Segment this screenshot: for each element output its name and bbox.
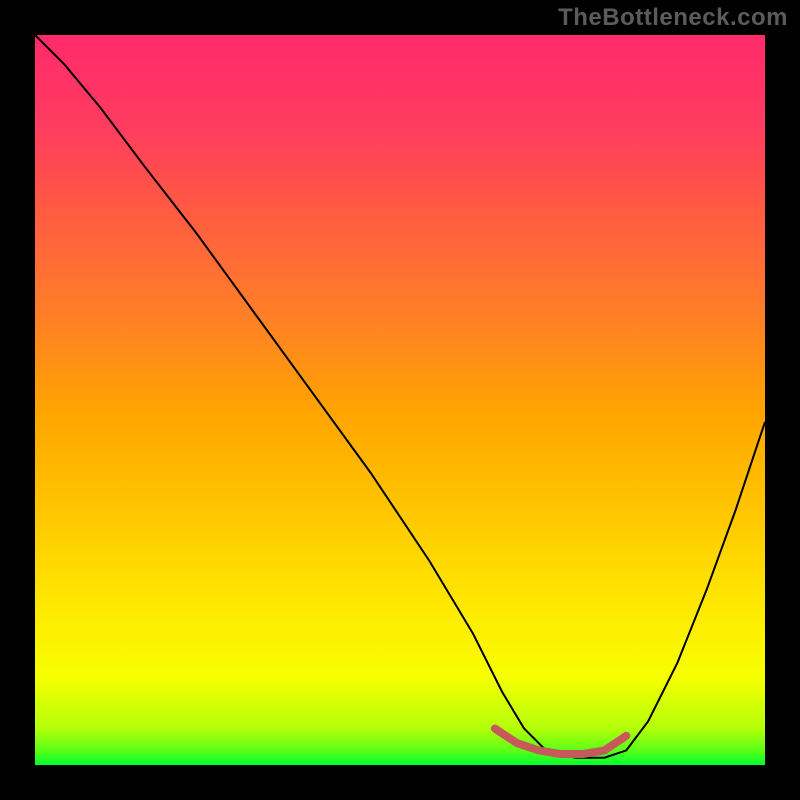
- watermark-text: TheBottleneck.com: [558, 4, 788, 32]
- chart-frame: TheBottleneck.com: [0, 0, 800, 800]
- bottleneck-curve: [35, 35, 765, 758]
- plot-area: [35, 35, 765, 765]
- optimal-range-marker: [495, 729, 626, 755]
- chart-svg: [35, 35, 765, 765]
